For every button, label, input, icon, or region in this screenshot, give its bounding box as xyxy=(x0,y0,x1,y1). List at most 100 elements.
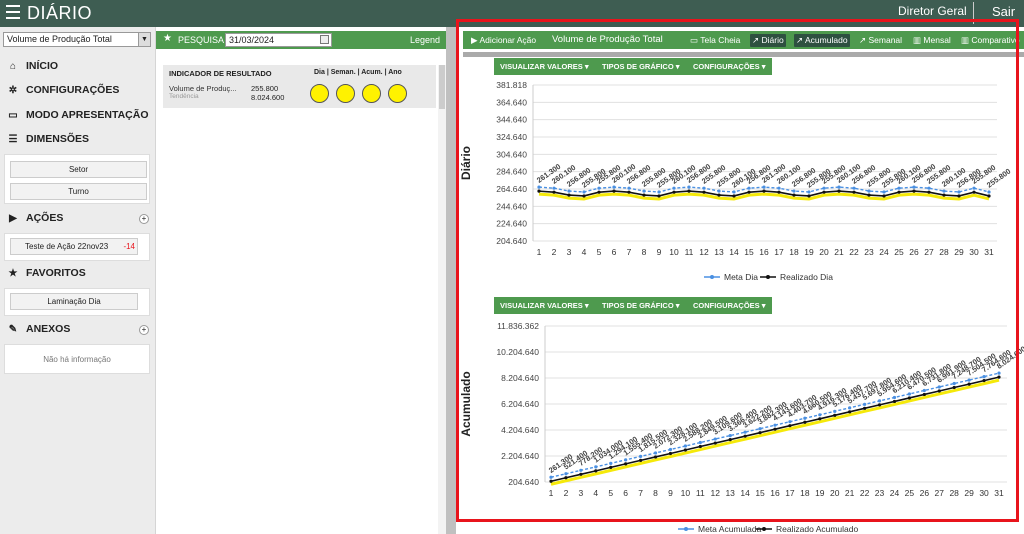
status-circle-acumulado[interactable] xyxy=(362,84,381,103)
meta-point xyxy=(743,430,747,434)
x-tick-label: 31 xyxy=(994,488,1004,498)
realized-point xyxy=(609,465,613,469)
weekly-button[interactable]: ↗ Semanal xyxy=(859,35,902,46)
legend-label-realized: Realizado Acumulado xyxy=(776,524,858,534)
realized-point xyxy=(922,392,926,397)
meta-point xyxy=(987,190,991,194)
nav-label: DIMENSÕES xyxy=(26,133,90,145)
x-tick-label: 13 xyxy=(725,488,735,498)
realized-point xyxy=(762,189,766,193)
y-tick-label: 6.204.640 xyxy=(501,399,539,409)
x-tick-label: 26 xyxy=(920,488,930,498)
exit-link[interactable]: Sair xyxy=(992,4,1015,19)
x-tick-label: 10 xyxy=(669,247,679,257)
realized-point xyxy=(773,427,777,431)
cumulative-button[interactable]: ↗ Acumulado xyxy=(794,34,850,47)
actions-box: Teste de Ação 22nov23 -14 xyxy=(4,233,150,261)
x-tick-label: 23 xyxy=(875,488,885,498)
view-values-menu[interactable]: VISUALIZAR VALORES ▾ xyxy=(500,62,589,71)
meta-point xyxy=(549,475,553,479)
monthly-button[interactable]: ▥ Mensal xyxy=(913,35,951,46)
meta-point xyxy=(717,189,721,193)
meta-point xyxy=(822,186,826,190)
chart-types-menu[interactable]: TIPOS DE GRÁFICO ▾ xyxy=(602,62,680,71)
calendar-icon[interactable] xyxy=(320,35,329,44)
legend-link[interactable]: Legend xyxy=(410,35,440,45)
x-tick-label: 25 xyxy=(905,488,915,498)
nav-label: FAVORITOS xyxy=(26,267,86,279)
meta-point xyxy=(937,385,941,389)
fullscreen-button[interactable]: ▭ Tela Cheia xyxy=(690,35,740,46)
indicator-value-goal: 255.800 xyxy=(251,84,279,93)
legend-label-meta: Meta Acumulada xyxy=(698,524,762,534)
realized-point xyxy=(579,472,583,476)
view-values-menu[interactable]: VISUALIZAR VALORES ▾ xyxy=(500,301,589,310)
top-bar: DIÁRIO Diretor Geral Sair xyxy=(0,0,1024,27)
add-action-icon[interactable]: + xyxy=(139,214,149,224)
indicator-value-actual: 8.024.600 xyxy=(251,93,285,102)
y-tick-label: 204.640 xyxy=(508,477,539,487)
star-icon: ★ xyxy=(8,267,18,279)
compare-button[interactable]: ▥ Comparativo xyxy=(961,35,1020,46)
realized-point xyxy=(758,431,762,435)
action-count-badge: -14 xyxy=(123,242,135,251)
hamburger-menu-icon[interactable] xyxy=(6,5,20,19)
nav-configuracoes[interactable]: ✲ CONFIGURAÇÕES xyxy=(8,84,120,96)
indicator-row-label[interactable]: Volume de Produç... xyxy=(169,84,237,93)
user-name[interactable]: Diretor Geral xyxy=(898,4,967,18)
realized-point xyxy=(732,194,736,198)
daily-label: Diário xyxy=(761,35,784,45)
x-tick-label: 1 xyxy=(549,488,554,498)
nav-modo-apresentacao[interactable]: ▭ MODO APRESENTAÇÃO xyxy=(8,109,148,121)
sidebar: Volume de Produção Total ▼ ⌂ INÍCIO ✲ CONFI… xyxy=(0,27,156,534)
realized-point xyxy=(907,396,911,400)
chart-types-menu[interactable]: TIPOS DE GRÁFICO ▾ xyxy=(602,301,680,310)
action-item[interactable]: Teste de Ação 22nov23 -14 xyxy=(10,238,138,255)
realized-point xyxy=(582,194,586,198)
dimension-setor-button[interactable]: Setor xyxy=(10,161,147,178)
indicator-select-value: Volume de Produção Total xyxy=(7,34,112,44)
x-tick-label: 24 xyxy=(879,247,889,257)
add-attachment-icon[interactable]: + xyxy=(139,325,149,335)
x-tick-label: 27 xyxy=(924,247,934,257)
scrollbar[interactable] xyxy=(438,65,446,534)
status-circle-ano[interactable] xyxy=(388,84,407,103)
nav-inicio[interactable]: ⌂ INÍCIO xyxy=(8,60,58,72)
x-tick-label: 22 xyxy=(849,247,859,257)
daily-button[interactable]: ↗ Diário xyxy=(750,34,786,47)
x-tick-label: 16 xyxy=(759,247,769,257)
legend-marker-realized xyxy=(762,527,766,531)
meta-point xyxy=(687,185,691,189)
realized-point xyxy=(937,389,941,393)
favorite-item[interactable]: Laminação Dia xyxy=(10,293,138,310)
x-tick-label: 3 xyxy=(578,488,583,498)
gear-icon: ✲ xyxy=(8,84,18,96)
date-input[interactable]: 31/03/2024 xyxy=(225,33,332,47)
settings-menu[interactable]: CONFIGURAÇÕES ▾ xyxy=(693,301,766,310)
dimension-turno-button[interactable]: Turno xyxy=(10,183,147,200)
nav-dimensoes[interactable]: ☰ DIMENSÕES xyxy=(8,133,90,145)
meta-point xyxy=(848,406,852,410)
add-action-button[interactable]: ▶ Adicionar Ação xyxy=(471,35,536,46)
x-tick-label: 12 xyxy=(711,488,721,498)
x-tick-label: 22 xyxy=(860,488,870,498)
status-circle-dia[interactable] xyxy=(310,84,329,103)
star-icon[interactable]: ★ xyxy=(163,33,172,44)
status-circle-semana[interactable] xyxy=(336,84,355,103)
settings-menu[interactable]: CONFIGURAÇÕES ▾ xyxy=(693,62,766,71)
chevron-down-icon[interactable]: ▼ xyxy=(138,33,150,46)
meta-point xyxy=(818,413,822,417)
nav-acoes[interactable]: ▶ AÇÕES xyxy=(8,212,63,224)
nav-anexos[interactable]: ✎ ANEXOS xyxy=(8,323,71,335)
legend-marker-meta xyxy=(684,527,688,531)
meta-point xyxy=(852,186,856,190)
indicator-select[interactable]: Volume de Produção Total ▼ xyxy=(3,32,151,47)
x-tick-label: 8 xyxy=(642,247,647,257)
realized-point xyxy=(627,190,631,194)
meta-point xyxy=(877,399,882,403)
realized-point xyxy=(594,469,598,473)
realized-point xyxy=(537,189,541,193)
realized-point xyxy=(892,399,897,404)
nav-favoritos[interactable]: ★ FAVORITOS xyxy=(8,267,86,279)
scrollbar-thumb[interactable] xyxy=(439,65,445,109)
